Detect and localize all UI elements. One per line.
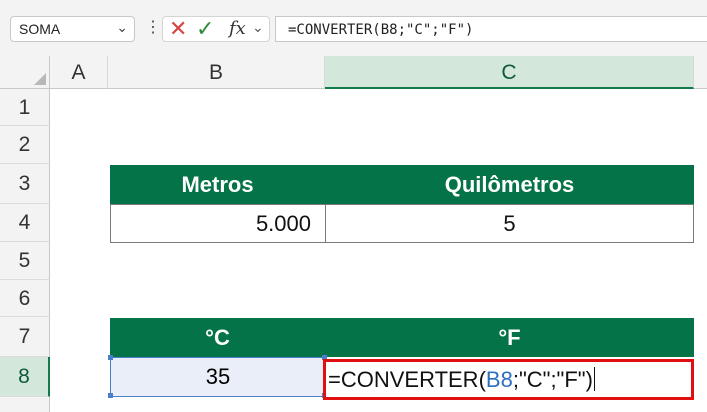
edit-text-reference: B8 (485, 367, 513, 392)
row-header-1[interactable]: 1 (0, 89, 50, 126)
row-header-7[interactable]: 7 (0, 317, 50, 357)
row-header-4[interactable]: 4 (0, 204, 50, 242)
cell-b4[interactable]: 5.000 (110, 204, 326, 243)
check-icon[interactable]: ✓ (196, 17, 214, 41)
column-header-b[interactable]: B (108, 56, 325, 89)
row-header-5[interactable]: 5 (0, 242, 50, 280)
chevron-down-icon[interactable]: ⌄ (252, 19, 264, 36)
select-all-corner[interactable] (0, 56, 50, 89)
cell-b3[interactable]: Metros (110, 165, 325, 204)
cancel-icon[interactable]: ✕ (169, 17, 187, 41)
chevron-down-icon[interactable]: ⌄ (116, 19, 128, 36)
reference-handle[interactable] (108, 393, 113, 398)
cell-c4[interactable]: 5 (325, 204, 694, 243)
formula-actions: ✕ ✓ fx ⌄ (162, 16, 270, 42)
name-box-value: SOMA (19, 21, 61, 37)
cell-c7[interactable]: °F (325, 318, 694, 357)
edit-text-suffix: ;"C";"F") (512, 367, 593, 392)
cell-c3[interactable]: Quilômetros (325, 165, 694, 204)
row-header-3[interactable]: 3 (0, 164, 50, 204)
select-all-icon (34, 73, 46, 85)
cell-b8[interactable]: 35 (110, 357, 326, 397)
cell-c8-editing[interactable]: =CONVERTER(B8;"C";"F") (323, 359, 694, 400)
formula-input[interactable]: =CONVERTER(B8;"C";"F") (275, 16, 707, 42)
column-header-c[interactable]: C (325, 56, 694, 89)
more-options-icon[interactable]: ⋮ (145, 18, 161, 38)
column-header-d[interactable] (694, 56, 707, 89)
text-cursor (593, 367, 595, 391)
edit-text-prefix: =CONVERTER( (328, 367, 486, 392)
reference-handle[interactable] (108, 355, 113, 360)
name-box[interactable]: SOMA ⌄ (10, 16, 135, 42)
row-header-2[interactable]: 2 (0, 126, 50, 164)
row-header-9[interactable] (0, 397, 50, 412)
row-header-8[interactable]: 8 (0, 357, 50, 397)
cell-b7[interactable]: °C (110, 318, 325, 357)
row-header-6[interactable]: 6 (0, 280, 50, 317)
formula-text: =CONVERTER(B8;"C";"F") (288, 22, 474, 38)
column-header-a[interactable]: A (50, 56, 108, 89)
insert-function-icon[interactable]: fx (229, 19, 246, 39)
formula-bar: SOMA ⌄ ⋮ ✕ ✓ fx ⌄ =CONVERTER(B8;"C";"F") (0, 0, 707, 56)
